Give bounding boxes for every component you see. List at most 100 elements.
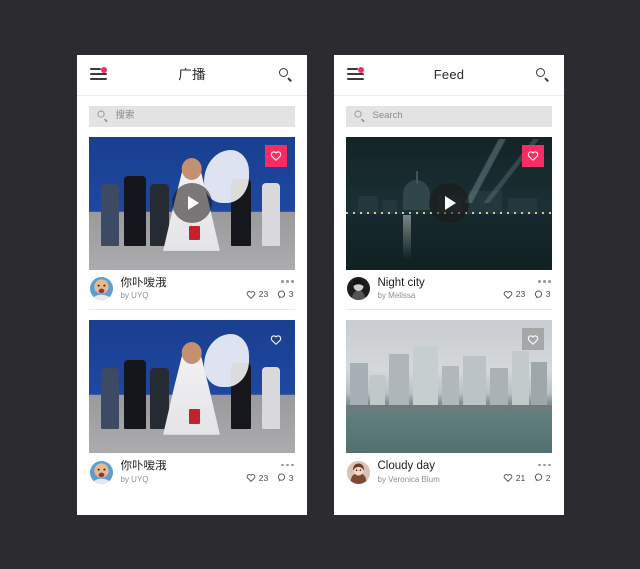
post-media[interactable] (345, 136, 552, 270)
post-author: by Melissa (377, 290, 416, 300)
comment-count: 2 (545, 472, 551, 483)
left-phone-body: 搜索 你卟嗳涐 by UYQ 23 3 你卟嗳涐 by UYQ 23 3 (76, 95, 307, 515)
comment-count-group[interactable]: 2 (534, 472, 551, 483)
comment-count-group[interactable]: 3 (534, 288, 551, 299)
play-icon (444, 196, 456, 210)
like-button[interactable] (521, 144, 544, 167)
comment-icon (535, 474, 543, 482)
like-button[interactable] (264, 144, 287, 167)
hamburger-menu-icon[interactable] (346, 67, 364, 81)
post-media[interactable] (88, 136, 295, 270)
post-card: Night city by Melissa 23 3 (345, 136, 552, 311)
avatar-image (346, 460, 370, 484)
heart-outline-icon (504, 474, 513, 483)
avatar-image (89, 276, 113, 300)
right-phone: Feed Search Night city by Melissa 23 3 C… (333, 54, 564, 515)
avatar[interactable] (89, 460, 113, 484)
like-count: 21 (515, 472, 526, 483)
post-media[interactable] (345, 320, 552, 454)
post-actions: 23 3 (503, 278, 551, 299)
search-icon[interactable] (278, 67, 294, 83)
like-count-group[interactable]: 21 (503, 472, 526, 483)
heart-icon (270, 335, 281, 345)
comment-count-group[interactable]: 3 (277, 472, 294, 483)
play-icon (187, 196, 199, 210)
post-meta: Night city by Melissa 23 3 (346, 270, 552, 310)
post-card: 你卟嗳涐 by UYQ 23 3 (88, 136, 295, 311)
post-meta: 你卟嗳涐 by UYQ 23 3 (89, 270, 295, 310)
comment-icon (278, 474, 286, 482)
more-options-icon[interactable] (538, 462, 551, 469)
avatar[interactable] (89, 276, 113, 300)
screenshot-stage: 广播 搜索 你卟嗳涐 by UYQ 23 3 你卟嗳涐 by UYQ 23 3 … (0, 0, 640, 569)
comment-icon (535, 290, 543, 299)
post-title: 你卟嗳涐 (120, 276, 167, 289)
like-count-group[interactable]: 23 (246, 472, 269, 483)
post-stats: 23 3 (503, 288, 551, 299)
avatar[interactable] (346, 276, 370, 300)
like-count-group[interactable]: 23 (503, 290, 525, 299)
right-phone-title: Feed (433, 68, 465, 81)
comment-icon (278, 290, 286, 299)
like-count-group[interactable]: 23 (246, 290, 268, 299)
heart-outline-icon (247, 290, 256, 299)
like-count: 23 (258, 288, 269, 299)
post-card: 你卟嗳涐 by UYQ 23 3 (88, 320, 295, 493)
heart-outline-icon (247, 474, 256, 483)
post-text: Cloudy day by Veronica Blum (378, 460, 504, 484)
like-count: 23 (515, 288, 526, 299)
search-input[interactable]: Search (345, 105, 552, 127)
heart-icon (527, 151, 538, 161)
post-media[interactable] (88, 320, 295, 454)
avatar-image (89, 460, 113, 484)
play-button[interactable] (428, 183, 469, 223)
search-placeholder: 搜索 (115, 110, 135, 122)
avatar-image (346, 276, 370, 300)
post-author: by UYQ (120, 290, 149, 300)
post-meta: Cloudy day by Veronica Blum 21 2 (346, 453, 552, 493)
more-options-icon[interactable] (538, 278, 551, 285)
play-button[interactable] (171, 183, 212, 223)
comment-count: 3 (288, 472, 294, 483)
post-stats: 21 2 (503, 472, 551, 483)
notification-dot-icon (357, 67, 364, 73)
post-actions: 23 3 (246, 278, 294, 299)
search-field-icon (353, 110, 365, 122)
like-count: 23 (258, 472, 269, 483)
right-phone-topbar: Feed (333, 54, 564, 96)
like-button[interactable] (521, 328, 544, 351)
like-button[interactable] (265, 328, 287, 350)
more-options-icon[interactable] (281, 462, 294, 469)
post-actions: 23 3 (246, 462, 294, 483)
more-options-icon[interactable] (281, 278, 294, 285)
post-title: 你卟嗳涐 (120, 460, 167, 473)
post-meta: 你卟嗳涐 by UYQ 23 3 (89, 453, 295, 493)
post-title: Cloudy day (377, 460, 436, 473)
search-field-icon (96, 110, 108, 122)
search-input[interactable]: 搜索 (88, 105, 295, 127)
heart-outline-icon (504, 290, 513, 299)
comment-count: 3 (288, 288, 294, 299)
post-author: by Veronica Blum (377, 474, 440, 484)
hamburger-menu-icon[interactable] (89, 67, 107, 81)
heart-icon (527, 335, 538, 345)
post-card: Cloudy day by Veronica Blum 21 2 (345, 320, 552, 493)
search-placeholder: Search (372, 110, 403, 122)
post-text: Night city by Melissa (378, 277, 504, 301)
post-divider (345, 309, 552, 311)
post-divider (88, 309, 295, 311)
avatar[interactable] (346, 460, 370, 484)
post-author: by UYQ (120, 474, 149, 484)
search-icon[interactable] (535, 67, 551, 83)
post-text: 你卟嗳涐 by UYQ (121, 277, 247, 301)
post-text: 你卟嗳涐 by UYQ (121, 460, 247, 484)
heart-icon (270, 151, 281, 161)
post-title: Night city (377, 276, 425, 289)
comment-count: 3 (545, 288, 551, 299)
post-stats: 23 3 (246, 472, 294, 483)
comment-count-group[interactable]: 3 (277, 288, 294, 299)
right-phone-body: Search Night city by Melissa 23 3 Cloudy… (333, 95, 564, 515)
left-phone: 广播 搜索 你卟嗳涐 by UYQ 23 3 你卟嗳涐 by UYQ 23 3 (76, 54, 307, 515)
left-phone-topbar: 广播 (76, 54, 307, 96)
notification-dot-icon (100, 67, 107, 73)
